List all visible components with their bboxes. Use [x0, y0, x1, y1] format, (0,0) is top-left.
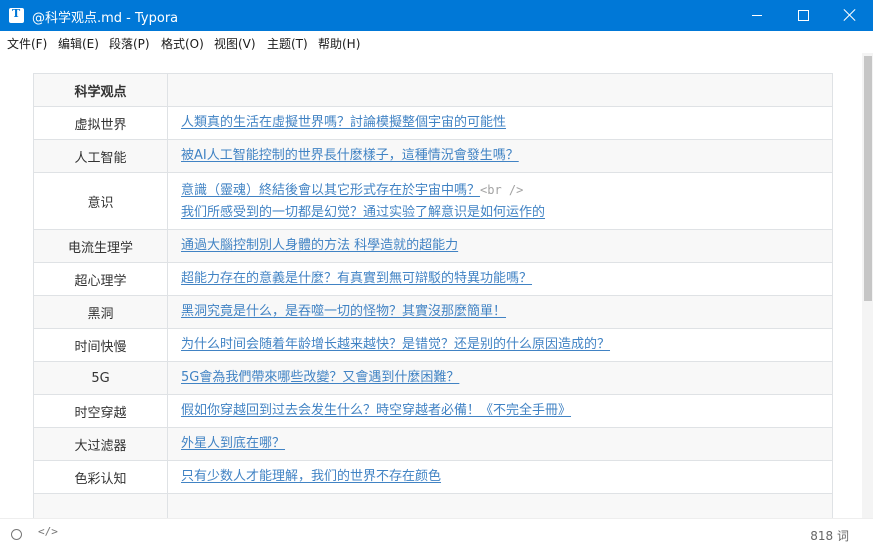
menu-format[interactable]: 格式(O): [161, 35, 204, 52]
topic-links-cell[interactable]: 意識（靈魂）終結後會以其它形式存在於宇宙中嗎？<br /> 我们所感受到的一切都是…: [167, 172, 833, 230]
close-icon: [843, 8, 857, 22]
topic-links-cell[interactable]: [167, 493, 833, 518]
source-code-icon[interactable]: </>: [38, 525, 58, 538]
topic-name[interactable]: 5G: [33, 361, 168, 395]
article-link[interactable]: 通過大腦控制別人身體的方法 科學造就的超能力: [181, 238, 458, 253]
minimize-button[interactable]: [734, 0, 780, 31]
topic-links-cell[interactable]: 被AI人工智能控制的世界長什麽樣子，這種情況會發生嗎？: [167, 139, 833, 173]
table-row: 时间快慢 为什么时间会随着年龄增长越来越快？是错觉？还是别的什么原因造成的？: [33, 328, 833, 362]
menu-bar: 文件(F) 编辑(E) 段落(P) 格式(O) 视图(V) 主题(T) 帮助(H…: [0, 31, 873, 53]
topic-name[interactable]: 大过滤器: [33, 427, 168, 461]
minimize-icon: [752, 15, 762, 16]
topic-name[interactable]: 时空穿越: [33, 394, 168, 428]
status-bar: </> 818 词: [0, 518, 873, 549]
app-icon-letter: T: [12, 7, 21, 20]
topic-links-cell[interactable]: 黑洞究竟是什么，是吞噬一切的怪物？其實沒那麼簡單！: [167, 295, 833, 329]
topic-name[interactable]: 黑洞: [33, 295, 168, 329]
title-bar: T @科学观点.md - Typora: [0, 0, 873, 31]
menu-theme[interactable]: 主题(T): [267, 35, 308, 52]
topic-links-cell[interactable]: 超能力存在的意義是什麼？有真實到無可辯駁的特異功能嗎？: [167, 262, 833, 296]
table-row: 黑洞 黑洞究竟是什么，是吞噬一切的怪物？其實沒那麼簡單！: [33, 295, 833, 329]
table-header-empty[interactable]: [167, 73, 833, 107]
article-link[interactable]: 意識（靈魂）終結後會以其它形式存在於宇宙中嗎？: [181, 183, 480, 198]
article-link[interactable]: 我们所感受到的一切都是幻觉？通过实验了解意识是如何运作的: [181, 205, 545, 220]
vertical-scrollbar[interactable]: [862, 53, 873, 518]
topic-name[interactable]: [33, 493, 168, 518]
article-link[interactable]: 被AI人工智能控制的世界長什麽樣子，這種情況會發生嗎？: [181, 148, 519, 163]
table-row: 色彩认知 只有少数人才能理解，我们的世界不存在颜色: [33, 460, 833, 494]
close-button[interactable]: [827, 0, 873, 31]
table-row: 时空穿越 假如你穿越回到过去会发生什么？時空穿越者必備！《不完全手冊》: [33, 394, 833, 428]
menu-paragraph[interactable]: 段落(P): [109, 35, 150, 52]
topic-name[interactable]: 时间快慢: [33, 328, 168, 362]
topic-links-cell[interactable]: 通過大腦控制別人身體的方法 科學造就的超能力: [167, 229, 833, 263]
topic-links-cell[interactable]: 为什么时间会随着年龄增长越来越快？是错觉？还是别的什么原因造成的？: [167, 328, 833, 362]
table-row: 电流生理学 通過大腦控制別人身體的方法 科學造就的超能力: [33, 229, 833, 263]
table-row: 超心理学 超能力存在的意義是什麼？有真實到無可辯駁的特異功能嗎？: [33, 262, 833, 296]
menu-edit[interactable]: 编辑(E): [58, 35, 99, 52]
topic-links-cell[interactable]: 外星人到底在哪？: [167, 427, 833, 461]
table-row: 虚拟世界 人類真的生活在虛擬世界嗎？討論模擬整個宇宙的可能性: [33, 106, 833, 140]
editor-area[interactable]: 科学观点 虚拟世界 人類真的生活在虛擬世界嗎？討論模擬整個宇宙的可能性 人工智能…: [0, 53, 862, 518]
word-count[interactable]: 818 词: [810, 527, 849, 544]
article-link[interactable]: 超能力存在的意義是什麼？有真實到無可辯駁的特異功能嗎？: [181, 271, 532, 286]
article-link[interactable]: 假如你穿越回到过去会发生什么？時空穿越者必備！《不完全手冊》: [181, 403, 571, 418]
article-link[interactable]: 外星人到底在哪？: [181, 436, 285, 451]
topic-links-cell[interactable]: 5G會為我們帶來哪些改變？又會遇到什麼困難？: [167, 361, 833, 395]
menu-file[interactable]: 文件(F): [7, 35, 47, 52]
article-link[interactable]: 只有少数人才能理解，我们的世界不存在颜色: [181, 469, 441, 484]
article-link[interactable]: 黑洞究竟是什么，是吞噬一切的怪物？其實沒那麼簡單！: [181, 304, 506, 319]
outline-toggle-icon[interactable]: [11, 529, 22, 540]
menu-view[interactable]: 视图(V): [214, 35, 256, 52]
maximize-icon: [798, 10, 809, 21]
topic-links-cell[interactable]: 人類真的生活在虛擬世界嗎？討論模擬整個宇宙的可能性: [167, 106, 833, 140]
table-row: 5G 5G會為我們帶來哪些改變？又會遇到什麼困難？: [33, 361, 833, 395]
topic-links-cell[interactable]: 只有少数人才能理解，我们的世界不存在颜色: [167, 460, 833, 494]
science-topics-table: 科学观点 虚拟世界 人類真的生活在虛擬世界嗎？討論模擬整個宇宙的可能性 人工智能…: [33, 73, 833, 518]
topic-name[interactable]: 意识: [33, 172, 168, 230]
article-link[interactable]: 5G會為我們帶來哪些改變？又會遇到什麼困難？: [181, 370, 459, 385]
topic-name[interactable]: 电流生理学: [33, 229, 168, 263]
table-row: 大过滤器 外星人到底在哪？: [33, 427, 833, 461]
topic-name[interactable]: 超心理学: [33, 262, 168, 296]
table-row: 人工智能 被AI人工智能控制的世界長什麽樣子，這種情況會發生嗎？: [33, 139, 833, 173]
maximize-button[interactable]: [780, 0, 826, 31]
table-header-topic[interactable]: 科学观点: [33, 73, 168, 107]
menu-help[interactable]: 帮助(H): [318, 35, 360, 52]
scrollbar-thumb[interactable]: [864, 56, 872, 301]
window-title: @科学观点.md - Typora: [32, 11, 179, 26]
article-link[interactable]: 为什么时间会随着年龄增长越来越快？是错觉？还是别的什么原因造成的？: [181, 337, 610, 352]
article-link[interactable]: 人類真的生活在虛擬世界嗎？討論模擬整個宇宙的可能性: [181, 115, 506, 130]
typora-app-icon: T: [9, 7, 24, 23]
br-tag-source: <br />: [480, 182, 524, 197]
table-row: 意识 意識（靈魂）終結後會以其它形式存在於宇宙中嗎？<br /> 我们所感受到的一…: [33, 172, 833, 230]
topic-name[interactable]: 色彩认知: [33, 460, 168, 494]
topic-name[interactable]: 虚拟世界: [33, 106, 168, 140]
table-row: [33, 493, 833, 518]
topic-links-cell[interactable]: 假如你穿越回到过去会发生什么？時空穿越者必備！《不完全手冊》: [167, 394, 833, 428]
topic-name[interactable]: 人工智能: [33, 139, 168, 173]
